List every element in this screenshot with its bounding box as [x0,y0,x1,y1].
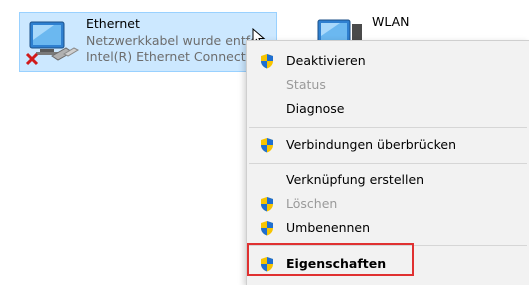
menu-item-status[interactable]: Status [247,73,529,97]
uac-shield-icon [261,197,273,212]
menu-item-label: Status [286,77,326,92]
menu-item-label: Umbenennen [286,220,371,235]
adapter-device: Intel(R) Ethernet Connection [86,49,265,64]
menu-separator [249,163,527,164]
network-adapter-disconnected-icon [25,21,80,66]
menu-item-umbenennen[interactable]: Umbenennen [247,216,529,240]
menu-item-label: Diagnose [286,101,345,116]
uac-shield-icon [261,221,273,236]
adapter-name: WLAN [372,14,410,29]
uac-shield-icon [261,54,273,69]
adapter-status: Netzwerkkabel wurde entfe [86,32,258,48]
menu-item-label: Verbindungen überbrücken [286,137,457,152]
menu-item-verknuepfung-erstellen[interactable]: Verknüpfung erstellen [247,168,529,192]
menu-item-verbindungen-ueberbruecken[interactable]: Verbindungen überbrücken [247,133,529,157]
uac-shield-icon [261,138,273,153]
menu-separator [249,127,527,128]
adapter-name: Ethernet [86,16,140,31]
adapter-ethernet[interactable]: Ethernet Netzwerkkabel wurde entfe Intel… [19,12,277,72]
highlight-box [247,243,414,276]
menu-item-diagnose[interactable]: Diagnose [247,97,529,121]
menu-item-label: Deaktivieren [286,53,366,68]
menu-item-deaktivieren[interactable]: Deaktivieren [247,49,529,73]
menu-item-loeschen[interactable]: Löschen [247,192,529,216]
menu-item-label: Löschen [286,196,338,211]
menu-item-label: Verknüpfung erstellen [286,172,425,187]
